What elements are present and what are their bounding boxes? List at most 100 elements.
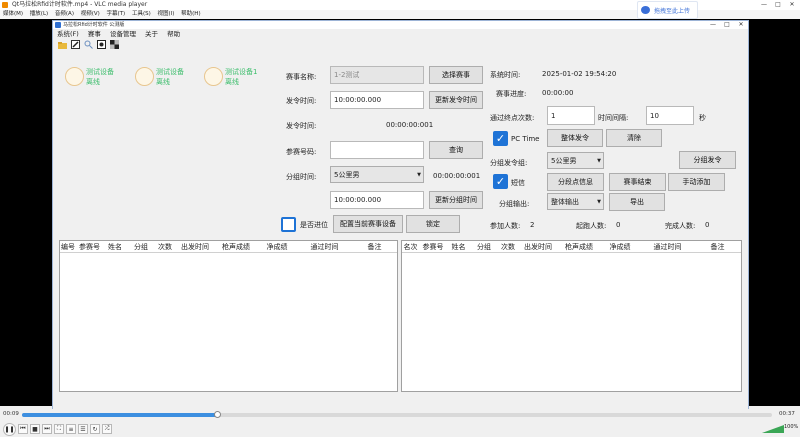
finished-label: 完成人数: [665, 222, 696, 230]
upload-badge[interactable]: 拖拽至此上传 [637, 1, 698, 19]
column-header[interactable]: 参赛号 [419, 241, 447, 252]
device-icon[interactable] [97, 40, 106, 49]
extended-settings-icon[interactable]: ≡ [66, 424, 76, 434]
column-header[interactable]: 通过时间 [640, 241, 695, 252]
seek-bar[interactable] [22, 411, 772, 418]
column-header[interactable]: 次数 [155, 241, 175, 252]
column-header[interactable]: 通过时间 [297, 241, 352, 252]
loop-icon[interactable]: ↻ [90, 424, 100, 434]
start-time-display: 00:00:00:001 [386, 121, 434, 129]
maximize-button[interactable]: □ [772, 0, 784, 10]
next-icon[interactable]: ⏭ [42, 424, 52, 434]
close-button[interactable]: ✕ [786, 0, 798, 10]
output-select[interactable]: 整体输出 ▼ [547, 193, 604, 210]
column-header[interactable]: 备注 [695, 241, 740, 252]
config-device-button[interactable]: 配置当前赛事设备 [333, 215, 403, 233]
update-group-time-button[interactable]: 更新分组时间 [429, 191, 483, 209]
device-state: 离线 [156, 78, 170, 86]
column-header[interactable]: 参赛号 [76, 241, 103, 252]
vlc-menu-video[interactable]: 视频(V) [81, 11, 100, 17]
clear-button[interactable]: 清除 [606, 129, 662, 147]
grid-icon[interactable] [110, 40, 119, 49]
vlc-menu-audio[interactable]: 音频(A) [55, 11, 74, 17]
device-status-3[interactable]: 测试设备1 离线 [204, 67, 257, 87]
column-header[interactable]: 次数 [498, 241, 518, 252]
app-minimize-button[interactable]: — [707, 21, 719, 29]
start-time-label-2: 发令时间: [286, 122, 317, 130]
vlc-menu-tools[interactable]: 工具(S) [132, 11, 151, 17]
group-select[interactable]: 5公里男 ▼ [330, 166, 424, 183]
vlc-menu-subtitle[interactable]: 字幕(T) [107, 11, 126, 17]
column-header[interactable]: 编号 [60, 241, 76, 252]
group-time-field[interactable]: 10:00:00.000 [330, 191, 424, 209]
minimize-button[interactable]: — [758, 0, 770, 10]
column-header[interactable]: 分组 [470, 241, 498, 252]
bib-input[interactable] [330, 141, 424, 159]
app-menu-event[interactable]: 赛事 [88, 30, 101, 38]
app-close-button[interactable]: ✕ [735, 21, 747, 29]
device-status-1[interactable]: 测试设备 离线 [65, 67, 114, 87]
update-start-time-button[interactable]: 更新发令时间 [429, 91, 483, 109]
playlist-icon[interactable]: ☰ [78, 424, 88, 434]
app-menu-device[interactable]: 设备管理 [110, 30, 136, 38]
column-header[interactable]: 枪声成绩 [558, 241, 600, 252]
app-menu-system[interactable]: 系统(F) [57, 30, 79, 38]
column-header[interactable]: 出发时间 [175, 241, 215, 252]
select-event-button[interactable]: 选择赛事 [429, 66, 483, 84]
app-maximize-button[interactable]: □ [721, 21, 733, 29]
column-header[interactable]: 姓名 [103, 241, 127, 252]
finished-value: 0 [705, 221, 710, 229]
interval-input[interactable]: 10 [646, 106, 694, 125]
fullscreen-icon[interactable]: ⛶ [54, 424, 64, 434]
right-results-table[interactable]: 名次 参赛号 姓名 分组 次数 出发时间 枪声成绩 净成绩 通过时间 备注 [401, 240, 742, 392]
app-menu-about[interactable]: 关于 [145, 30, 158, 38]
left-results-table[interactable]: 编号 参赛号 姓名 分组 次数 出发时间 枪声成绩 净成绩 通过时间 备注 [59, 240, 398, 392]
entered-checkbox-label: 是否进位 [300, 221, 328, 229]
stop-icon[interactable]: ■ [30, 424, 40, 434]
column-header[interactable]: 枪声成绩 [215, 241, 257, 252]
interval-label: 时间间隔: [598, 114, 629, 122]
play-pause-icon[interactable]: ❚❚ [3, 422, 16, 436]
pass-count-label: 通过终点次数: [490, 114, 535, 122]
pass-count-input[interactable]: 1 [547, 106, 595, 125]
shuffle-icon[interactable]: ⤮ [102, 424, 112, 434]
vlc-menu-media[interactable]: 媒体(M) [3, 11, 23, 17]
column-header[interactable]: 名次 [402, 241, 419, 252]
group-start-select[interactable]: 5公里男 ▼ [547, 152, 604, 169]
event-name-field[interactable]: 1-2测试 [330, 66, 424, 84]
group-time-label: 分组时间: [286, 173, 317, 181]
split-info-button[interactable]: 分段点信息 [547, 173, 604, 191]
seek-handle[interactable] [214, 411, 221, 418]
manual-add-button[interactable]: 手动添加 [668, 173, 725, 191]
column-header[interactable]: 出发时间 [518, 241, 558, 252]
entered-checkbox[interactable] [281, 217, 296, 232]
event-end-button[interactable]: 赛事结束 [609, 173, 666, 191]
sms-checkbox[interactable]: ✓ [493, 174, 508, 189]
open-folder-icon[interactable] [58, 40, 67, 49]
time-elapsed: 00:09 [3, 411, 19, 417]
group-select-value: 5公里男 [334, 170, 360, 179]
vlc-menu-playback[interactable]: 播放(L) [30, 11, 48, 17]
vlc-menu-view[interactable]: 视图(I) [157, 11, 174, 17]
search-icon[interactable] [84, 40, 93, 49]
start-time-field[interactable]: 10:00:00.000 [330, 91, 424, 109]
system-time-value: 2025-01-02 19:54:20 [542, 70, 617, 78]
column-header[interactable]: 姓名 [447, 241, 470, 252]
group-start-label: 分组发令组: [490, 159, 528, 167]
event-progress-label: 赛事进度: [496, 90, 527, 98]
previous-icon[interactable]: ⏮ [18, 424, 28, 434]
group-start-button[interactable]: 分组发令 [679, 151, 736, 169]
column-header[interactable]: 备注 [352, 241, 397, 252]
vlc-menu-help[interactable]: 帮助(H) [181, 11, 200, 17]
device-status-2[interactable]: 测试设备 离线 [135, 67, 184, 87]
overall-start-button[interactable]: 整体发令 [547, 129, 603, 147]
edit-icon[interactable] [71, 40, 80, 49]
export-button[interactable]: 导出 [609, 193, 665, 211]
column-header[interactable]: 净成绩 [600, 241, 640, 252]
column-header[interactable]: 分组 [127, 241, 155, 252]
lock-button[interactable]: 锁定 [406, 215, 460, 233]
query-button[interactable]: 查询 [429, 141, 483, 159]
column-header[interactable]: 净成绩 [257, 241, 297, 252]
pc-time-checkbox[interactable]: ✓ [493, 131, 508, 146]
app-menu-help[interactable]: 帮助 [167, 30, 180, 38]
